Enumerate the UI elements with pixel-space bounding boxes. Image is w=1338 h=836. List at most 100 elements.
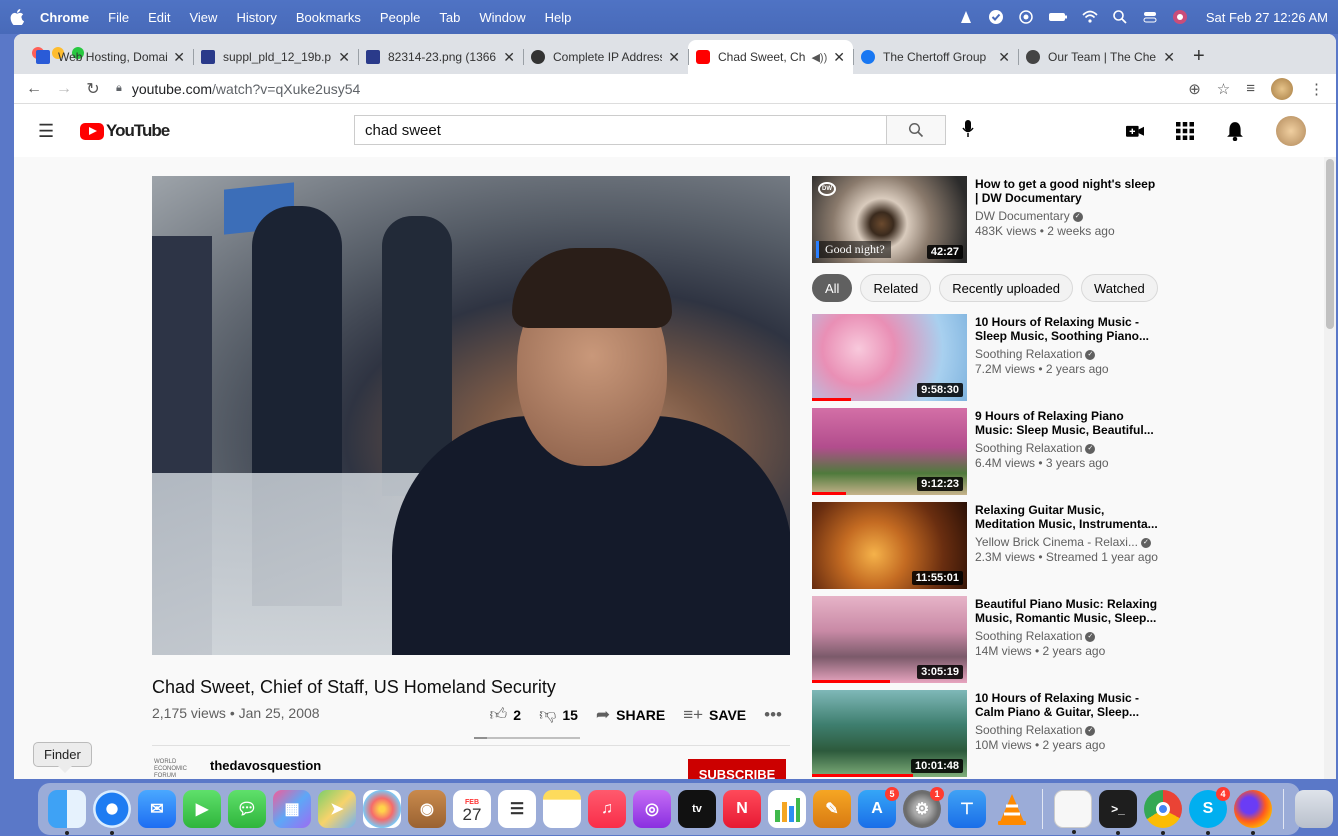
finder-icon[interactable]: [48, 790, 86, 835]
video-title[interactable]: 10 Hours of Relaxing Music - Calm Piano …: [975, 691, 1160, 719]
recommended-video[interactable]: 9:12:23 9 Hours of Relaxing Piano Music:…: [812, 408, 1162, 502]
system-preferences-icon[interactable]: ⚙ 1: [903, 787, 944, 828]
menu-tab[interactable]: Tab: [439, 10, 460, 25]
tab-82314-png[interactable]: 82314-23.png (1366 ✕: [358, 40, 523, 74]
menu-history[interactable]: History: [236, 10, 276, 25]
recommended-video[interactable]: 10:01:48 10 Hours of Relaxing Music - Ca…: [812, 690, 1162, 779]
video-player[interactable]: [152, 176, 790, 655]
reload-icon[interactable]: ↻: [86, 79, 100, 99]
video-title[interactable]: How to get a good night's sleep | DW Doc…: [975, 177, 1160, 205]
pages-icon[interactable]: ✎: [813, 790, 851, 828]
channel-name[interactable]: Soothing Relaxation ✓: [975, 441, 1160, 455]
skype-icon[interactable]: S4: [1189, 787, 1230, 835]
tab-suppl-pld[interactable]: suppl_pld_12_19b.p ✕: [193, 40, 358, 74]
subscribe-button[interactable]: SUBSCRIBE: [688, 759, 786, 779]
launchpad-icon[interactable]: ▦: [273, 790, 311, 828]
apps-grid-icon[interactable]: [1176, 122, 1194, 140]
menu-app-name[interactable]: Chrome: [40, 10, 89, 25]
forward-arrow-icon[interactable]: →: [56, 80, 72, 98]
numbers-icon[interactable]: [768, 790, 806, 828]
channel-logo[interactable]: WORLD ECONOMIC FORUM: [154, 759, 188, 779]
news-icon[interactable]: N: [723, 790, 761, 828]
lock-icon[interactable]: 🔒︎: [116, 82, 122, 95]
mail-icon[interactable]: ✉: [138, 790, 176, 828]
reminders-icon[interactable]: ☰: [498, 790, 536, 828]
video-title[interactable]: 9 Hours of Relaxing Piano Music: Sleep M…: [975, 409, 1160, 437]
video-title[interactable]: Relaxing Guitar Music, Meditation Music,…: [975, 503, 1160, 531]
channel-name[interactable]: Soothing Relaxation ✓: [975, 629, 1160, 643]
search-input[interactable]: [354, 115, 886, 145]
channel-name[interactable]: DW Documentary ✓: [975, 209, 1160, 223]
bookmark-star-icon[interactable]: ☆: [1217, 80, 1230, 98]
spotlight-search-icon[interactable]: [1112, 9, 1128, 25]
notes-icon[interactable]: [543, 790, 581, 828]
video-thumbnail[interactable]: 9:12:23: [812, 408, 967, 495]
chip-recently-uploaded[interactable]: Recently uploaded: [939, 274, 1073, 302]
wifi-icon[interactable]: [1082, 9, 1098, 25]
search-button[interactable]: [886, 115, 946, 145]
close-tab-icon[interactable]: ✕: [833, 49, 845, 66]
menu-edit[interactable]: Edit: [148, 10, 170, 25]
chip-related[interactable]: Related: [860, 274, 932, 302]
photos-icon[interactable]: [363, 790, 401, 828]
close-tab-icon[interactable]: ✕: [503, 49, 515, 66]
menubar-clock[interactable]: Sat Feb 27 12:26 AM: [1206, 10, 1328, 25]
share-button[interactable]: ➦ SHARE: [596, 705, 665, 725]
siri-icon[interactable]: [1172, 9, 1188, 25]
video-thumbnail[interactable]: DW Good night? 42:27: [812, 176, 967, 263]
facetime-icon[interactable]: ▶: [183, 790, 221, 828]
menu-view[interactable]: View: [189, 10, 217, 25]
hamburger-menu-icon[interactable]: ☰: [38, 121, 56, 142]
save-button[interactable]: ≡+ SAVE: [683, 705, 746, 725]
control-center-icon[interactable]: [1142, 9, 1158, 25]
chip-watched[interactable]: Watched: [1080, 274, 1158, 302]
messages-icon[interactable]: 💬︎: [228, 790, 266, 828]
menu-people[interactable]: People: [380, 10, 420, 25]
profile-avatar[interactable]: [1271, 77, 1293, 100]
keynote-icon[interactable]: ⊤: [948, 790, 986, 828]
checkmark-status-icon[interactable]: [988, 9, 1004, 25]
battery-icon[interactable]: [1048, 9, 1068, 25]
safari-icon[interactable]: [93, 790, 131, 835]
podcasts-icon[interactable]: ◎: [633, 790, 671, 828]
channel-name[interactable]: thedavosquestion: [210, 758, 321, 773]
close-tab-icon[interactable]: ✕: [338, 49, 350, 66]
youtube-logo[interactable]: YouTube: [80, 121, 170, 141]
chrome-menu-icon[interactable]: ⋮: [1309, 80, 1324, 98]
create-video-icon[interactable]: [1126, 125, 1144, 138]
app-store-icon[interactable]: A5: [858, 787, 899, 828]
close-tab-icon[interactable]: ✕: [998, 49, 1010, 66]
downloads-stack-icon[interactable]: [1295, 790, 1333, 828]
tab-web-hosting[interactable]: Web Hosting, Domai ✕: [28, 40, 193, 74]
new-tab-plus-icon[interactable]: +: [1193, 45, 1205, 68]
recommended-video[interactable]: 3:05:19 Beautiful Piano Music: Relaxing …: [812, 596, 1162, 690]
media-queue-icon[interactable]: ≡: [1246, 80, 1255, 97]
apple-menu-icon[interactable]: [10, 9, 24, 25]
close-tab-icon[interactable]: ✕: [173, 49, 185, 66]
apple-tv-icon[interactable]: tv: [678, 790, 716, 828]
vlc-icon[interactable]: [993, 790, 1031, 828]
recommended-video[interactable]: 9:58:30 10 Hours of Relaxing Music - Sle…: [812, 314, 1162, 408]
video-thumbnail[interactable]: 9:58:30: [812, 314, 967, 401]
video-thumbnail[interactable]: 11:55:01: [812, 502, 967, 589]
back-arrow-icon[interactable]: ←: [26, 80, 42, 98]
video-thumbnail[interactable]: 10:01:48: [812, 690, 967, 777]
address-bar[interactable]: 🔒︎ youtube.com/watch?v=qXuke2usy54: [116, 76, 1172, 102]
record-status-icon[interactable]: [1018, 9, 1034, 25]
calendar-icon[interactable]: FEB 27: [453, 790, 491, 828]
close-tab-icon[interactable]: ✕: [668, 49, 680, 66]
document-icon[interactable]: [1054, 790, 1092, 834]
contacts-icon[interactable]: ◉: [408, 790, 446, 828]
account-avatar[interactable]: [1276, 116, 1306, 146]
chrome-icon[interactable]: [1144, 790, 1182, 835]
menu-file[interactable]: File: [108, 10, 129, 25]
dislike-button[interactable]: 👎︎ 15: [539, 704, 578, 725]
audio-playing-icon[interactable]: ◀︎)): [811, 51, 827, 64]
recommended-video-top[interactable]: DW Good night? 42:27 How to get a good n…: [812, 176, 1162, 270]
tab-ip-address[interactable]: Complete IP Address ✕: [523, 40, 688, 74]
notifications-bell-icon[interactable]: [1226, 121, 1244, 142]
like-button[interactable]: 👍︎ 2: [490, 704, 522, 725]
channel-name[interactable]: Soothing Relaxation ✓: [975, 723, 1160, 737]
menu-bookmarks[interactable]: Bookmarks: [296, 10, 361, 25]
recommended-video[interactable]: 11:55:01 Relaxing Guitar Music, Meditati…: [812, 502, 1162, 596]
